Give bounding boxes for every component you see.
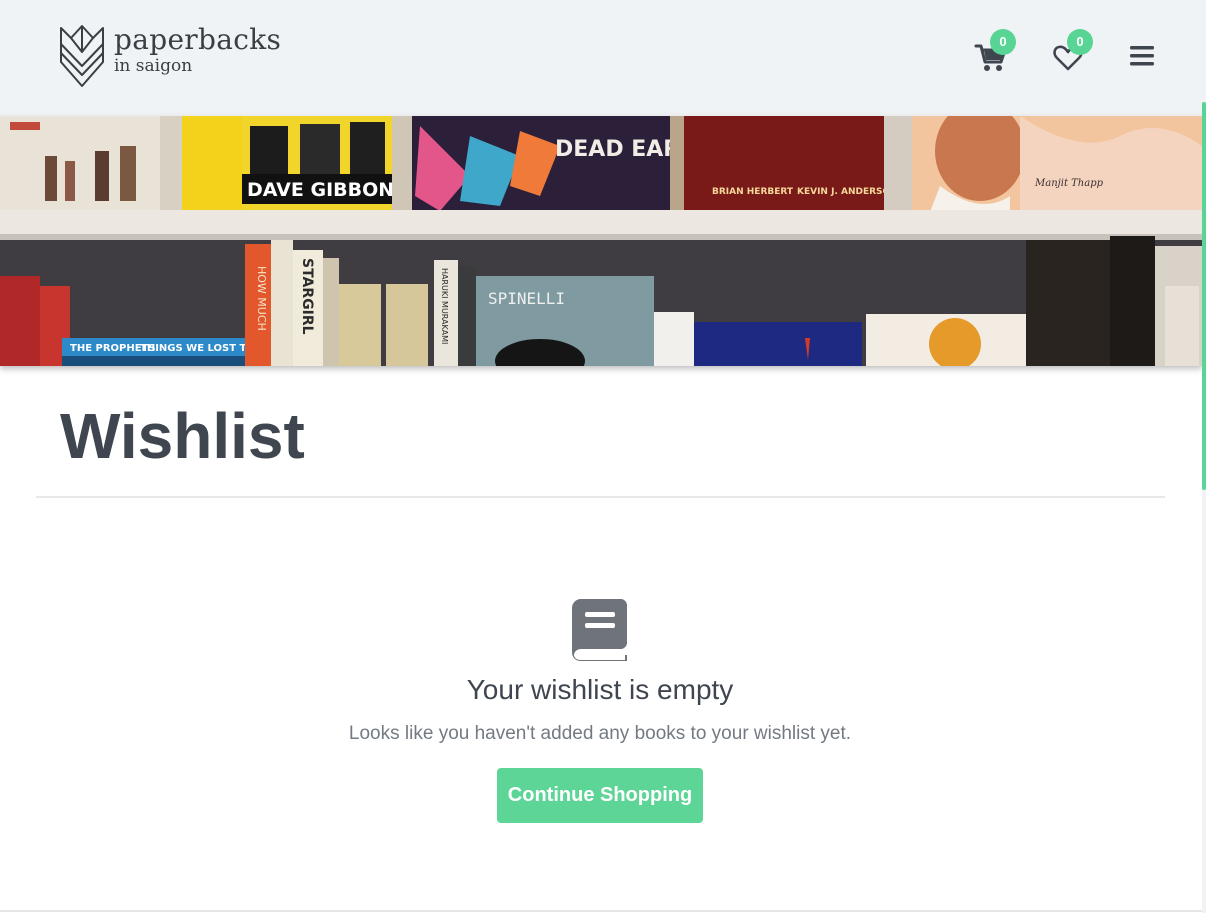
paperback-leaf-logo-icon [60, 25, 104, 87]
wishlist-count-badge: 0 [1067, 29, 1093, 55]
empty-wishlist-message: Looks like you haven't added any books t… [348, 723, 852, 744]
title-divider [36, 496, 1165, 498]
site-logo[interactable]: paperbacks in saigon [58, 22, 281, 88]
logo-subtitle: in saigon [114, 56, 193, 76]
hero-text-dave-gibbons: DAVE GIBBONS [247, 179, 408, 201]
site-header: paperbacks in saigon 0 0 [0, 0, 1206, 116]
continue-shopping-button[interactable]: Continue Shopping [497, 768, 703, 823]
hero-text-things-we-lost: SPINELLI [488, 289, 565, 308]
page-title: Wishlist [60, 400, 305, 472]
hamburger-menu-icon [1130, 46, 1154, 66]
hero-text-haruki-murakami: HARUKI MURAKAMI [440, 268, 449, 344]
hero-text-how-much: HOW MUCH [255, 266, 268, 331]
bookshelf-image: DAVE GIBBONS DEAD EARTH BRIAN HERBERT KE… [0, 116, 1202, 366]
book-icon [572, 599, 627, 661]
logo-name: paperbacks [114, 23, 282, 56]
scrollbar-thumb[interactable] [1202, 102, 1206, 490]
cart-count-badge: 0 [990, 29, 1016, 55]
hero-text-the-prophets: STARGIRL [299, 258, 315, 335]
footer-divider [0, 910, 1202, 912]
hero-text-brian-herbert: BRIAN HERBERT [712, 187, 794, 197]
hero-bookshelf-banner: DAVE GIBBONS DEAD EARTH BRIAN HERBERT KE… [0, 116, 1202, 366]
menu-button[interactable] [1129, 44, 1155, 68]
empty-wishlist-heading: Your wishlist is empty [466, 674, 734, 705]
hero-text-manjit-thapp: Manjit Thapp [1034, 178, 1104, 189]
hero-text-kevin-anderson: KEVIN J. ANDERSON [797, 187, 898, 197]
